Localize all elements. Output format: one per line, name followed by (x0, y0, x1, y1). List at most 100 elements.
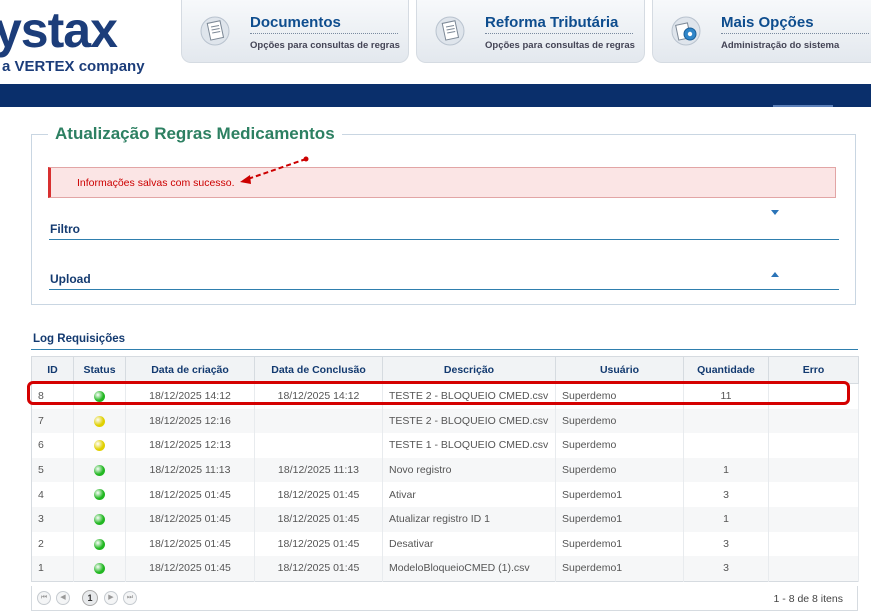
cell-error (768, 482, 859, 507)
column-header-user[interactable]: Usuário (555, 356, 684, 384)
cell-description: Ativar (382, 482, 556, 507)
tab-mais-opcoes[interactable]: Mais Opções Administração do sistema (652, 0, 871, 63)
tab-documentos[interactable]: Documentos Opções para consultas de regr… (181, 0, 409, 63)
cell-user: Superdemo1 (555, 482, 684, 507)
column-header-description[interactable]: Descrição (382, 356, 556, 384)
tab-divider (721, 33, 869, 34)
status-dot-icon (94, 464, 105, 476)
status-dot-icon (94, 391, 105, 403)
cell-quantity: 11 (683, 383, 769, 409)
tab-divider (250, 33, 398, 34)
column-header-created[interactable]: Data de criação (125, 356, 255, 384)
column-header-id[interactable]: ID (31, 356, 74, 384)
cell-error (768, 408, 859, 434)
filter-label: Filtro (50, 222, 80, 236)
cell-concluded: 18/12/2025 14:12 (254, 383, 383, 409)
cell-status (73, 482, 126, 507)
filter-section-header[interactable]: Filtro (49, 210, 839, 240)
cell-id: 3 (31, 506, 74, 532)
cell-concluded: 18/12/2025 11:13 (254, 457, 383, 483)
cell-concluded (254, 433, 383, 458)
table-row[interactable]: 2 18/12/2025 01:45 18/12/2025 01:45 Desativ… (31, 531, 859, 557)
cell-id: 4 (31, 482, 74, 507)
column-header-status[interactable]: Status (73, 356, 126, 384)
cell-user: Superdemo1 (555, 531, 684, 557)
table-row[interactable]: 8 18/12/2025 14:12 18/12/2025 14:12 TESTE 2… (31, 383, 859, 409)
log-title: Log Requisições (33, 333, 126, 345)
upload-section-header[interactable]: Upload (49, 269, 839, 290)
cell-user: Superdemo (555, 408, 684, 434)
logo-tagline: a VERTEX company (2, 58, 145, 75)
cell-error (768, 556, 859, 582)
table-row[interactable]: 4 18/12/2025 01:45 18/12/2025 01:45 Ativar S… (31, 482, 859, 507)
cell-status (73, 457, 126, 483)
alert-message: Informações salvas com sucesso. (77, 177, 235, 189)
navbar-accent (773, 105, 833, 107)
column-header-concluded[interactable]: Data de Conclusão (254, 356, 383, 384)
cell-user: Superdemo (555, 457, 684, 483)
app-header: ystax a VERTEX company Documentos Opções… (0, 0, 871, 84)
table-row[interactable]: 6 18/12/2025 12:13 TESTE 1 - BLOQUEIO CMED… (31, 433, 859, 458)
log-table: ID Status Data de criação Data de Conclu… (31, 356, 859, 582)
cell-id: 5 (31, 457, 74, 483)
success-alert: Informações salvas com sucesso. (48, 167, 836, 198)
cell-description: Novo registro (382, 457, 556, 483)
cell-user: Superdemo (555, 383, 684, 409)
prev-page-button[interactable]: ◀ (56, 591, 70, 605)
cell-error (768, 531, 859, 557)
cell-quantity: 3 (683, 556, 769, 582)
pagination-info: 1 - 8 de 8 itens (773, 593, 843, 605)
cell-error (768, 383, 859, 409)
last-page-button[interactable]: ⏭ (123, 591, 137, 605)
document-icon (200, 16, 230, 46)
pagination-bar: ⏮ ◀ 1 ▶ ⏭ 1 - 8 de 8 itens (31, 586, 858, 611)
tab-subtitle: Administração do sistema (721, 40, 840, 51)
tab-reforma-tributaria[interactable]: Reforma Tributária Opções para consultas… (416, 0, 645, 63)
cell-concluded: 18/12/2025 01:45 (254, 556, 383, 582)
upload-label: Upload (50, 272, 91, 286)
table-row[interactable]: 7 18/12/2025 12:16 TESTE 2 - BLOQUEIO CMED… (31, 408, 859, 434)
cell-concluded: 18/12/2025 01:45 (254, 482, 383, 507)
logo-wordmark: ystax (0, 2, 118, 58)
cell-description: TESTE 2 - BLOQUEIO CMED.csv (382, 408, 556, 434)
cell-created: 18/12/2025 01:45 (125, 556, 255, 582)
cell-id: 6 (31, 433, 74, 458)
systax-logo[interactable]: ystax a VERTEX company (0, 2, 145, 75)
table-row[interactable]: 1 18/12/2025 01:45 18/12/2025 01:45 ModeloB… (31, 556, 859, 582)
next-page-button[interactable]: ▶ (104, 591, 118, 605)
cell-quantity: 1 (683, 457, 769, 483)
status-dot-icon (94, 538, 105, 550)
cell-created: 18/12/2025 01:45 (125, 482, 255, 507)
cell-id: 1 (31, 556, 74, 582)
column-header-error[interactable]: Erro (768, 356, 859, 384)
page-title: Atualização Regras Medicamentos (48, 124, 342, 144)
document-icon (435, 16, 465, 46)
tab-divider (485, 33, 633, 34)
cell-quantity: 3 (683, 531, 769, 557)
first-page-button[interactable]: ⏮ (37, 591, 51, 605)
chevron-down-icon[interactable] (771, 210, 779, 215)
cell-description: ModeloBloqueioCMED (1).csv (382, 556, 556, 582)
cell-created: 18/12/2025 01:45 (125, 531, 255, 557)
cell-status (73, 433, 126, 458)
gear-icon (671, 16, 701, 46)
table-row[interactable]: 3 18/12/2025 01:45 18/12/2025 01:45 Atualiz… (31, 506, 859, 532)
cell-error (768, 457, 859, 483)
status-dot-icon (94, 489, 105, 501)
cell-created: 18/12/2025 12:13 (125, 433, 255, 458)
cell-quantity (683, 433, 769, 458)
cell-created: 18/12/2025 11:13 (125, 457, 255, 483)
cell-error (768, 433, 859, 458)
cell-quantity: 3 (683, 482, 769, 507)
cell-status (73, 531, 126, 557)
cell-created: 18/12/2025 12:16 (125, 408, 255, 434)
chevron-up-icon[interactable] (771, 272, 779, 277)
table-row[interactable]: 5 18/12/2025 11:13 18/12/2025 11:13 Novo re… (31, 457, 859, 483)
page-number-button[interactable]: 1 (82, 590, 98, 606)
cell-description: TESTE 2 - BLOQUEIO CMED.csv (382, 383, 556, 409)
cell-user: Superdemo (555, 433, 684, 458)
cell-id: 8 (31, 383, 74, 409)
status-dot-icon (94, 563, 105, 575)
column-header-quantity[interactable]: Quantidade (683, 356, 769, 384)
cell-concluded: 18/12/2025 01:45 (254, 506, 383, 532)
